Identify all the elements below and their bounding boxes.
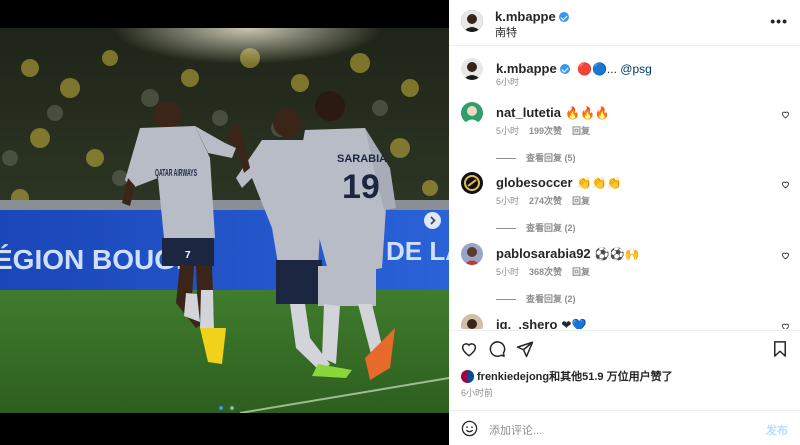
post-timestamp[interactable]: 6小时前: [461, 386, 493, 399]
likes-summary[interactable]: frenkiedejong和其他51.9 万位用户赞了: [461, 368, 673, 384]
comment-input[interactable]: 添加评论...: [489, 422, 542, 438]
comment-time[interactable]: 5小时: [496, 267, 519, 277]
comment-avatar[interactable]: [461, 172, 483, 194]
caption-emojis: 🔴🔵...: [577, 62, 617, 76]
action-bar: [449, 330, 800, 370]
comment-username[interactable]: iq._.shero: [496, 317, 557, 329]
caption-username[interactable]: k.mbappe: [496, 61, 557, 76]
heart-icon[interactable]: [460, 340, 478, 358]
comment-likes[interactable]: 274次赞: [529, 196, 562, 206]
comment-text: ⚽⚽🙌: [594, 247, 640, 261]
caption-author-avatar[interactable]: [461, 58, 483, 80]
caption-time-text: 6小时: [496, 77, 520, 87]
comment-text: 🔥🔥🔥: [565, 106, 610, 120]
comment-like-heart-icon[interactable]: [781, 110, 790, 119]
comment-avatar[interactable]: [461, 243, 483, 265]
comment-icon[interactable]: [488, 340, 506, 358]
comment-text: 👏👏👏: [576, 176, 622, 190]
shirt-sponsor: QATAR AIRWAYS: [155, 168, 197, 179]
comment-username[interactable]: pablosarabia92: [496, 246, 591, 261]
comment-meta: 5小时 368次赞 回复: [496, 265, 600, 278]
banner-text-right: DE LA: [386, 236, 449, 266]
caption-time: 6小时: [496, 75, 529, 88]
view-replies-button[interactable]: 查看回复 (2): [496, 221, 576, 234]
verified-icon: [559, 64, 570, 74]
mbappe-shorts-number: 7: [185, 250, 191, 261]
verified-icon: [558, 12, 569, 22]
carousel-dot: [229, 406, 234, 410]
reply-button[interactable]: 回复: [572, 196, 590, 206]
comment-likes[interactable]: 199次赞: [529, 126, 562, 136]
comment-time[interactable]: 5小时: [496, 126, 519, 136]
author-username-text[interactable]: k.mbappe: [495, 9, 556, 24]
next-arrow-icon[interactable]: [424, 212, 441, 229]
jersey-name: SARABIA: [337, 153, 387, 165]
comment-time[interactable]: 5小时: [496, 196, 519, 206]
carousel-dot-active: [219, 406, 223, 410]
liker-avatar[interactable]: [461, 370, 474, 383]
view-replies-button[interactable]: 查看回复 (2): [496, 292, 576, 305]
post-photo-image: ÉGION BOUGE DE LA 7 QATAR AIRWAYS: [0, 28, 449, 413]
comment-username[interactable]: nat_lutetia: [496, 105, 561, 120]
more-icon[interactable]: •••: [770, 13, 788, 29]
reply-button[interactable]: 回复: [572, 126, 590, 136]
view-replies-button[interactable]: 查看回复 (5): [496, 151, 576, 164]
bookmark-icon[interactable]: [771, 340, 789, 358]
comment-likes[interactable]: 368次赞: [529, 267, 562, 277]
post-comment-button[interactable]: 发布: [766, 422, 788, 438]
photo-pane: ÉGION BOUGE DE LA 7 QATAR AIRWAYS: [0, 0, 449, 445]
comment-like-heart-icon[interactable]: [781, 322, 790, 329]
add-comment-bar: 添加评论... 发布: [449, 410, 800, 445]
carousel-dots: [219, 398, 234, 410]
likes-text[interactable]: frenkiedejong和其他51.9 万位用户赞了: [477, 371, 673, 383]
comment-username[interactable]: globesoccer: [496, 175, 573, 190]
post-side-panel: k.mbappe 南特 ••• k.mbappe 🔴🔵... @psg 6小时 …: [449, 0, 800, 445]
emoji-icon[interactable]: [461, 420, 478, 437]
comment-meta: 5小时 199次赞 回复: [496, 124, 600, 137]
comment-like-heart-icon[interactable]: [781, 180, 790, 189]
author-avatar[interactable]: [461, 10, 483, 32]
post-header: k.mbappe 南特 •••: [449, 0, 800, 46]
post-photo[interactable]: ÉGION BOUGE DE LA 7 QATAR AIRWAYS: [0, 28, 449, 413]
caption-mention[interactable]: @psg: [620, 62, 652, 76]
comment-avatar[interactable]: [461, 314, 483, 329]
comment-like-heart-icon[interactable]: [781, 251, 790, 260]
jersey-number: 19: [342, 168, 380, 206]
reply-button[interactable]: 回复: [572, 267, 590, 277]
comment-meta: 5小时 274次赞 回复: [496, 194, 600, 207]
comment-text: ❤💙: [561, 318, 587, 329]
share-icon[interactable]: [516, 340, 534, 358]
comments-list: k.mbappe 🔴🔵... @psg 6小时 nat_lutetia 🔥🔥🔥 5…: [449, 47, 800, 329]
post-location[interactable]: 南特: [495, 24, 517, 40]
comment-avatar[interactable]: [461, 102, 483, 124]
author-username[interactable]: k.mbappe: [495, 9, 569, 24]
